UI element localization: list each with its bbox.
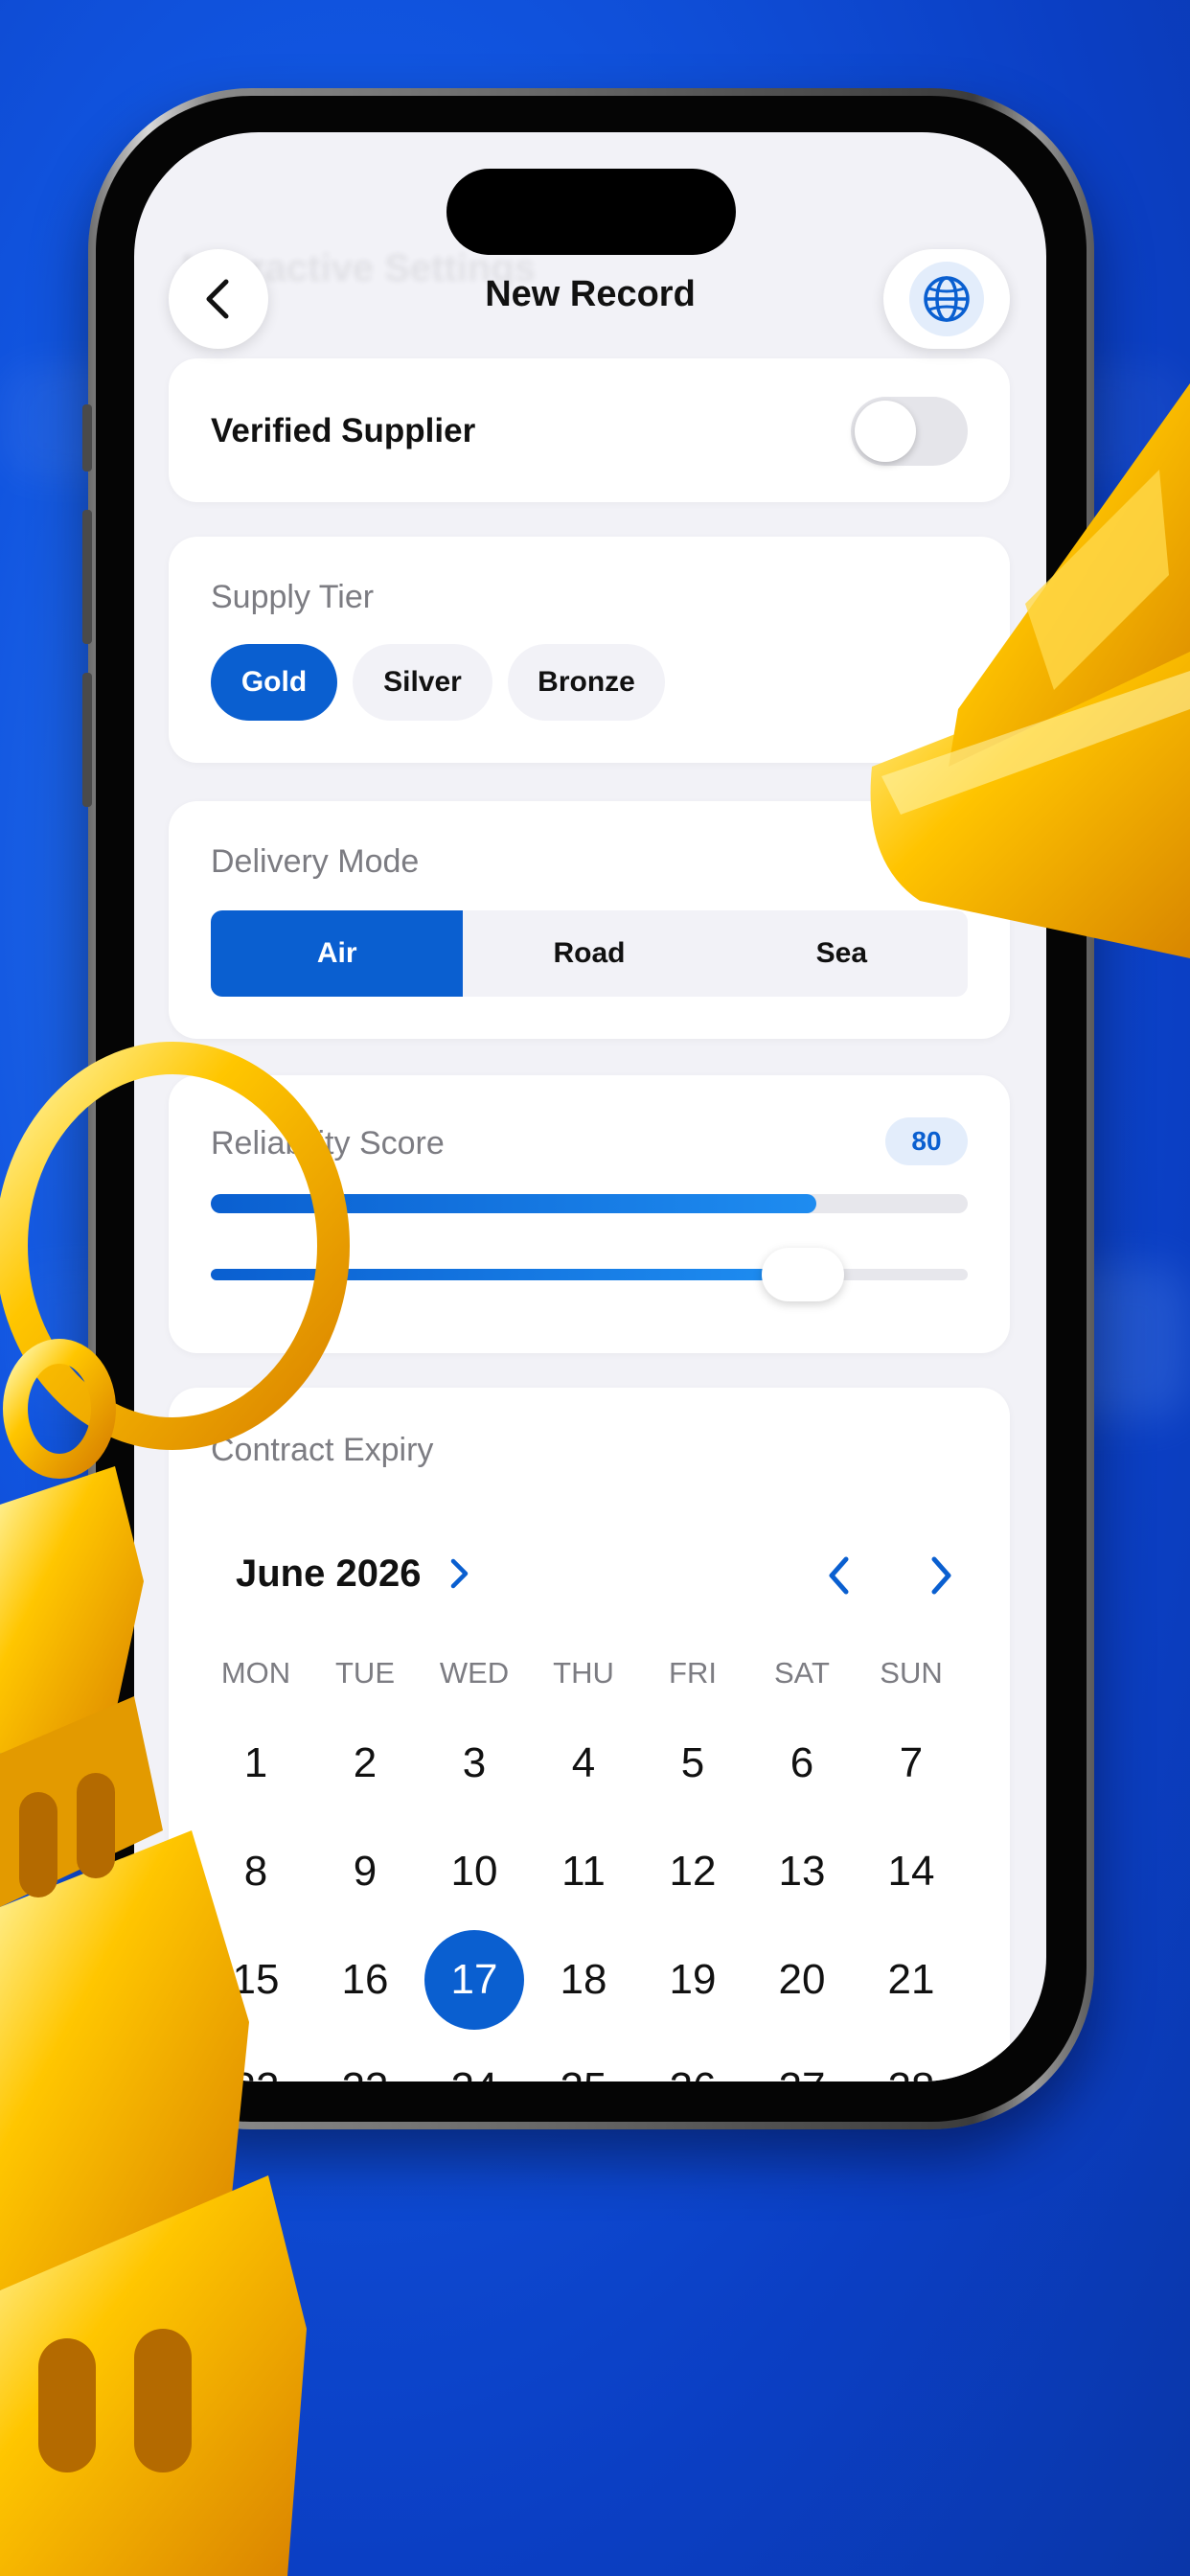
weekday-label: MON xyxy=(220,1656,291,1690)
segment-sea[interactable]: Sea xyxy=(716,910,968,997)
reliability-slider-track[interactable] xyxy=(211,1269,968,1280)
weekday-label: TUE xyxy=(335,1656,395,1690)
calendar-day[interactable]: 25 xyxy=(534,2038,633,2082)
calendar-day[interactable]: 19 xyxy=(643,1930,743,2030)
calendar-day[interactable]: 11 xyxy=(534,1822,633,1921)
calendar-day[interactable]: 6 xyxy=(752,1714,852,1813)
calendar-month-label[interactable]: June 2026 xyxy=(236,1552,421,1596)
calendar-day[interactable]: 23 xyxy=(315,2038,415,2082)
calendar-day[interactable]: 1 xyxy=(206,1714,306,1813)
globe-icon-container xyxy=(909,262,984,336)
delivery-mode-segmented-control: Air Road Sea xyxy=(211,910,968,997)
calendar-day[interactable]: 20 xyxy=(752,1930,852,2030)
delivery-mode-card: Delivery Mode Air Road Sea xyxy=(169,801,1010,1039)
tier-chip-silver[interactable]: Silver xyxy=(353,644,492,721)
reliability-progress-fill xyxy=(211,1194,816,1213)
tier-chip-bronze[interactable]: Bronze xyxy=(508,644,665,721)
calendar-day[interactable]: 21 xyxy=(861,1930,961,2030)
chevron-left-icon xyxy=(829,1556,849,1595)
reliability-slider-fill xyxy=(211,1269,779,1280)
calendar-day[interactable]: 3 xyxy=(424,1714,524,1813)
reliability-score-label: Reliability Score xyxy=(211,1125,445,1162)
reliability-score-card: Reliability Score 80 xyxy=(169,1075,1010,1353)
weekday-label: SUN xyxy=(880,1656,943,1690)
contract-expiry-label: Contract Expiry xyxy=(211,1432,434,1468)
delivery-mode-label: Delivery Mode xyxy=(211,843,420,880)
calendar-day[interactable]: 16 xyxy=(315,1930,415,2030)
supply-tier-card: Supply Tier Gold Silver Bronze xyxy=(169,537,1010,763)
calendar-day[interactable]: 2 xyxy=(315,1714,415,1813)
reliability-slider-thumb[interactable] xyxy=(761,1248,844,1301)
calendar-day[interactable]: 14 xyxy=(861,1822,961,1921)
verified-supplier-toggle[interactable] xyxy=(851,397,968,466)
contract-expiry-card: Contract Expiry June 2026 MON TUE WED THU FR… xyxy=(169,1388,1010,2082)
phone-side-button xyxy=(1090,567,1100,759)
chevron-right-icon xyxy=(931,1556,951,1595)
reliability-score-value-badge: 80 xyxy=(885,1117,968,1165)
calendar-day[interactable]: 18 xyxy=(534,1930,633,2030)
verified-supplier-card: Verified Supplier xyxy=(169,358,1010,502)
calendar-day[interactable]: 27 xyxy=(752,2038,852,2082)
calendar-day[interactable]: 10 xyxy=(424,1822,524,1921)
calendar-day[interactable]: 12 xyxy=(643,1822,743,1921)
calendar-day[interactable]: 22 xyxy=(206,2038,306,2082)
verified-supplier-label: Verified Supplier xyxy=(211,412,476,449)
globe-icon xyxy=(924,276,970,322)
reliability-progress-track xyxy=(211,1194,968,1213)
weekday-label: THU xyxy=(553,1656,614,1690)
previous-month-button[interactable] xyxy=(812,1549,866,1602)
calendar-day[interactable]: 24 xyxy=(424,2038,524,2082)
dynamic-island xyxy=(446,169,736,255)
calendar-day[interactable]: 28 xyxy=(861,2038,961,2082)
toggle-knob xyxy=(855,401,916,462)
calendar-day[interactable]: 15 xyxy=(206,1930,306,2030)
segment-road[interactable]: Road xyxy=(463,910,715,997)
next-month-button[interactable] xyxy=(914,1549,968,1602)
calendar-day[interactable]: 13 xyxy=(752,1822,852,1921)
language-button[interactable] xyxy=(883,249,1010,349)
calendar-day[interactable]: 8 xyxy=(206,1822,306,1921)
calendar-day[interactable]: 5 xyxy=(643,1714,743,1813)
phone-side-button xyxy=(82,510,92,644)
weekday-label: SAT xyxy=(774,1656,830,1690)
supply-tier-label: Supply Tier xyxy=(211,579,375,615)
calendar-day-selected[interactable]: 17 xyxy=(424,1930,524,2030)
chevron-right-icon[interactable] xyxy=(446,1556,471,1591)
calendar-day[interactable]: 4 xyxy=(534,1714,633,1813)
calendar-day[interactable]: 9 xyxy=(315,1822,415,1921)
weekday-label: WED xyxy=(439,1656,510,1690)
calendar-day[interactable]: 26 xyxy=(643,2038,743,2082)
segment-air[interactable]: Air xyxy=(211,910,464,997)
phone-side-button xyxy=(82,404,92,472)
phone-side-button xyxy=(82,673,92,807)
phone-frame: Interactive Settings New Record Verified… xyxy=(82,88,1100,2129)
calendar-day[interactable]: 7 xyxy=(861,1714,961,1813)
weekday-label: FRI xyxy=(669,1656,717,1690)
app-screen: Interactive Settings New Record Verified… xyxy=(134,132,1046,2082)
tier-chip-gold[interactable]: Gold xyxy=(211,644,337,721)
